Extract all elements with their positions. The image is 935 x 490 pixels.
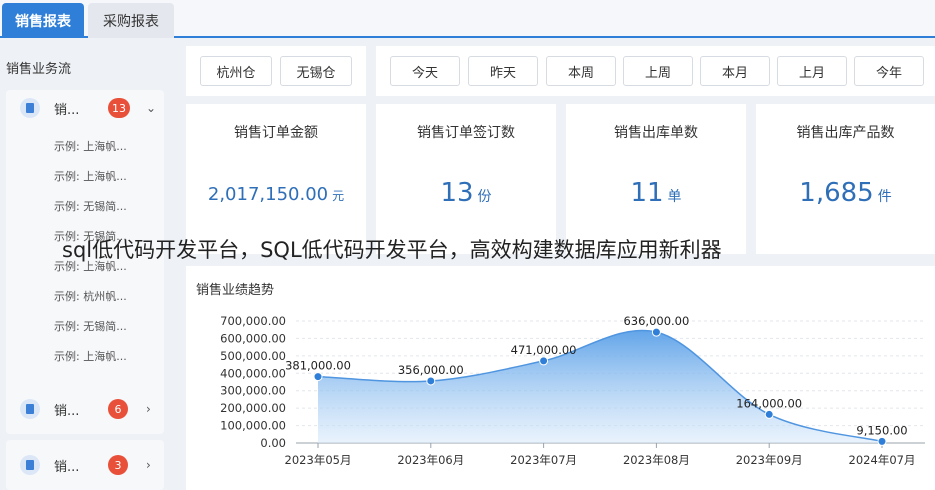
data-point: [539, 356, 549, 366]
data-point: [313, 372, 323, 382]
data-point: [764, 409, 774, 419]
data-label: 381,000.00: [285, 359, 351, 373]
x-tick-label: 2023年07月: [510, 453, 577, 467]
data-point: [651, 327, 661, 337]
y-tick-label: 100,000.00: [220, 419, 286, 433]
y-tick-label: 500,000.00: [220, 349, 286, 363]
x-tick-label: 2023年09月: [736, 453, 803, 467]
data-label: 356,000.00: [398, 363, 464, 377]
data-label: 636,000.00: [623, 314, 689, 328]
y-tick-label: 0.00: [260, 436, 286, 450]
y-tick-label: 400,000.00: [220, 366, 286, 380]
y-tick-label: 300,000.00: [220, 384, 286, 398]
x-tick-label: 2023年08月: [623, 453, 690, 467]
data-label: 164,000.00: [736, 396, 802, 410]
x-tick-label: 2024年07月: [849, 453, 916, 467]
area-fill: [318, 330, 882, 443]
data-point: [426, 376, 436, 386]
data-label: 471,000.00: [511, 343, 577, 357]
y-tick-label: 200,000.00: [220, 401, 286, 415]
data-point: [877, 436, 887, 446]
y-tick-label: 600,000.00: [220, 331, 286, 345]
x-tick-label: 2023年06月: [397, 453, 464, 467]
overlay-caption: sql低代码开发平台，SQL低代码开发平台，高效构建数据库应用新利器: [62, 238, 722, 262]
x-tick-label: 2023年05月: [285, 453, 352, 467]
y-tick-label: 700,000.00: [220, 314, 286, 328]
data-label: 9,150.00: [856, 423, 907, 437]
